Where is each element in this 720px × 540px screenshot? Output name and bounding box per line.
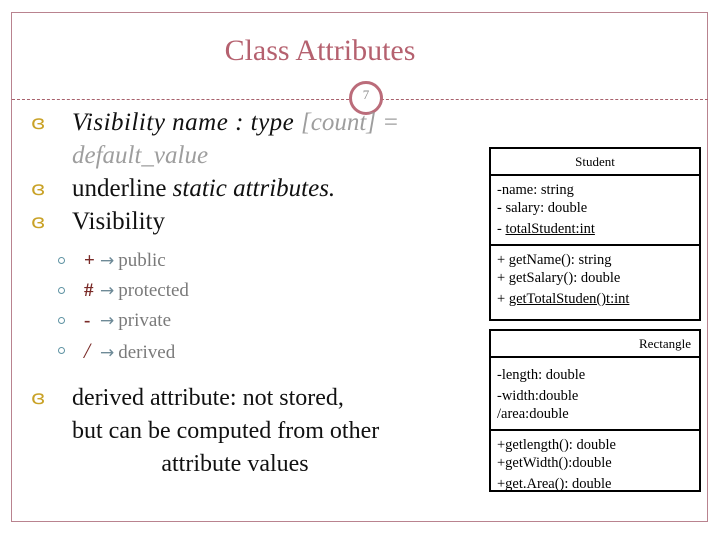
circle-bullet-icon [58,347,65,354]
slide-body: ɞ Visibility name : type [count] = defau… [20,106,490,481]
list-item-derived: / → derived [44,336,490,368]
arrow-icon: → [100,281,115,301]
uml-attribute-row-static: - totalStudent:int [497,217,693,238]
slide-title: Class Attributes [224,34,416,67]
list-item-public: + → public [44,246,490,276]
uml-attribute-row: -width:double [497,388,579,404]
uml-class-name-student: Student [491,149,699,176]
meaning-protected: protected [118,280,189,301]
list-item-private: - → private [44,306,490,336]
uml-attributes-rectangle: -length: double -width:double /area:doub… [491,358,699,431]
bullet-static-attributes-word: static attributes. [172,175,336,202]
circle-bullet-icon [58,317,65,324]
leaf-bullet-icon: ɞ [31,387,46,409]
derived-note-line-2: but can be computed from other [72,418,380,444]
symbol-public: + [84,250,95,271]
symbol-derived: / [84,338,91,363]
uml-attribute-static-name: totalStudent:int [505,221,595,237]
leaf-bullet-icon: ɞ [31,211,46,233]
arrow-icon: → [100,311,115,331]
list-item-protected: # → protected [44,276,490,306]
leaf-bullet-icon: ɞ [31,112,46,134]
uml-operation-row: +getWidth():double [497,455,612,471]
meaning-public: public [118,250,166,271]
derived-attribute-note: ɞ derived attribute: not stored, but can… [20,382,490,481]
meaning-derived: derived [118,342,176,363]
uml-class-name-rectangle: Rectangle [491,331,699,358]
derived-note-line-1: derived attribute: not stored, [72,385,344,411]
uml-operation-row: +getlength(): double [497,437,616,453]
arrow-icon: → [100,251,115,271]
symbol-protected: # [84,280,94,301]
uml-attribute-row: - salary: double [497,200,588,216]
derived-note-line-3: attribute values [161,451,309,477]
symbol-private: - [84,310,91,331]
uml-operations-rectangle: +getlength(): double +getWidth():double … [491,431,699,499]
meaning-private: private [118,310,172,331]
uml-attribute-row: /area:double [497,406,569,422]
bullet-syntax-primary: Visibility name : type [72,109,302,136]
circle-bullet-icon [58,257,65,264]
presentation-slide: Class Attributes 7 ɞ Visibility name : t… [0,0,720,540]
bullet-item-underline-static: ɞ underline static attributes. [20,172,490,205]
uml-class-rectangle: Rectangle -length: double -width:double … [489,329,701,492]
leaf-bullet-icon: ɞ [31,178,46,200]
bullet-underline-word: underline [72,175,173,202]
uml-attribute-row: -length: double [497,367,586,383]
uml-attributes-student: -name: string - salary: double - totalSt… [491,176,699,246]
uml-operation-static-name: getTotalStuden()t:int [508,291,630,307]
uml-class-student: Student -name: string - salary: double -… [489,147,701,321]
uml-attribute-row: -name: string [497,182,574,198]
uml-operation-row: +get.Area(): double [497,476,612,492]
arrow-icon: → [100,343,115,363]
bullet-item-visibility: ɞ Visibility [20,205,490,238]
bullet-item-syntax: ɞ Visibility name : type [count] = defau… [20,106,490,172]
bullet-visibility-label: Visibility [72,208,165,235]
uml-operation-prefix: + [497,291,509,307]
visibility-symbol-list: + → public # → protected - → private / → derived [20,246,490,368]
uml-operation-row: + getSalary(): double [497,270,621,286]
circle-bullet-icon [58,287,65,294]
uml-operations-student: + getName(): string + getSalary(): doubl… [491,246,699,314]
uml-operation-row: + getName(): string [497,252,612,268]
uml-operation-row-static: + getTotalStuden()t:int [497,287,693,308]
